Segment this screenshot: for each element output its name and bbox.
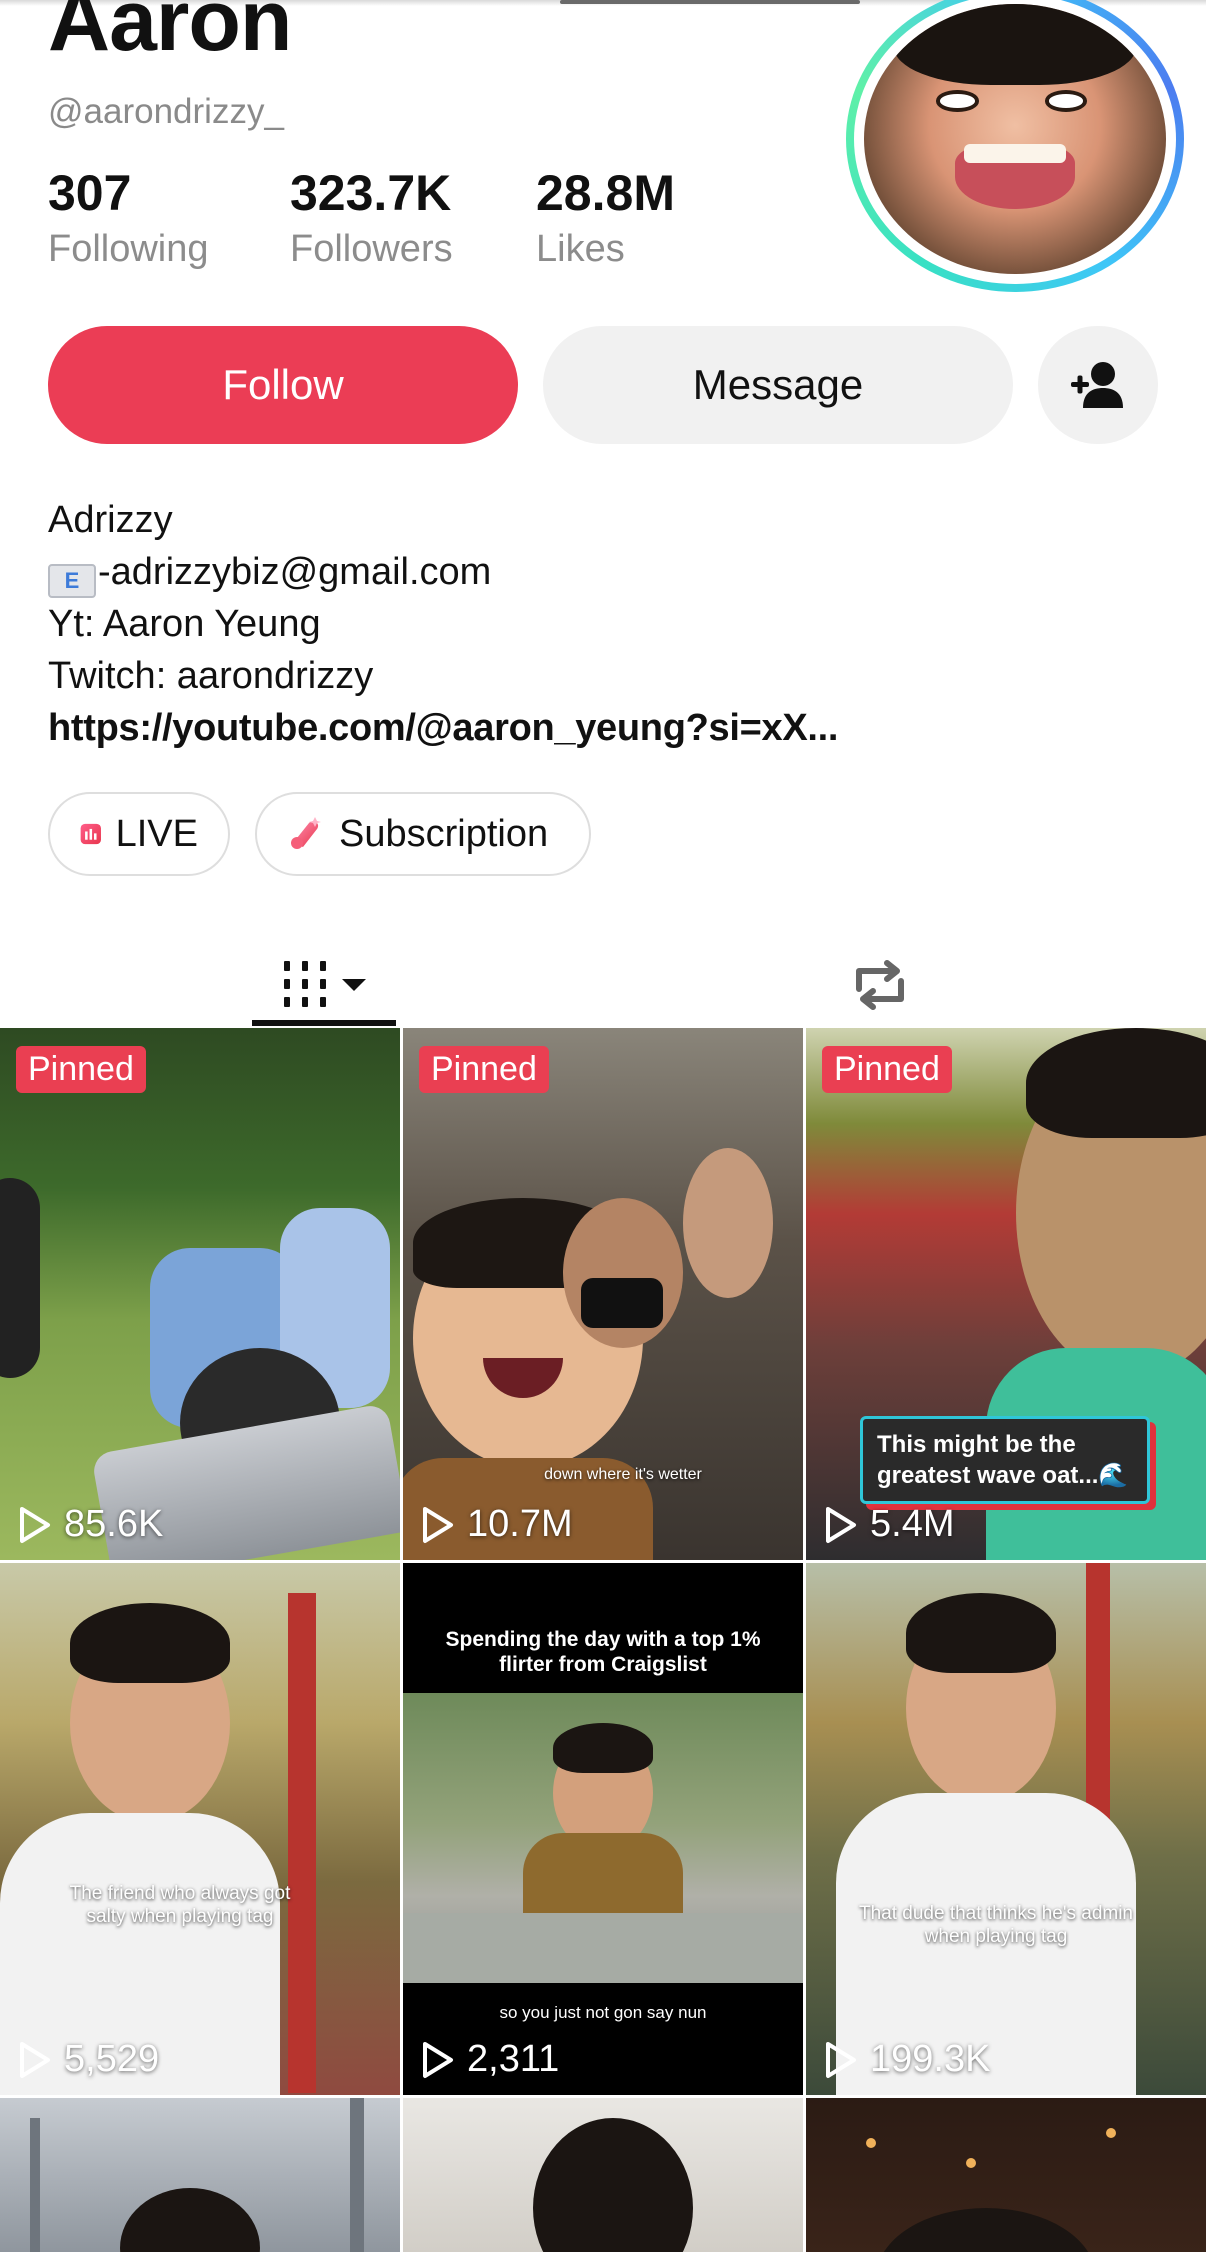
play-icon: [826, 1506, 856, 1543]
active-tab-indicator: [252, 1020, 396, 1026]
play-icon: [826, 2041, 856, 2078]
message-button[interactable]: Message: [543, 326, 1013, 444]
thumbnail-rail: [30, 2118, 40, 2252]
video-tile[interactable]: That dude that thinks he's admin when pl…: [806, 1563, 1206, 2095]
followers-label: Followers: [290, 228, 453, 270]
repost-icon: [856, 960, 904, 1010]
avatar-teeth: [963, 144, 1067, 164]
play-icon: [20, 1506, 50, 1543]
view-count-text: 199.3K: [870, 2038, 991, 2080]
video-tile[interactable]: Pinned 85.6K: [0, 1028, 400, 1560]
subscription-pill[interactable]: Subscription: [255, 792, 591, 876]
avatar[interactable]: [846, 0, 1184, 292]
likes-label: Likes: [536, 228, 625, 270]
play-icon: [423, 1506, 453, 1543]
thumbnail-light: [966, 2158, 976, 2168]
video-caption: This might be the greatest wave oat...🌊: [860, 1416, 1150, 1505]
thumbnail-figure: [553, 1723, 653, 1773]
thumbnail-figure: [683, 1148, 773, 1298]
thumbnail-figure: [120, 2188, 260, 2252]
avatar-eye-right: [1045, 90, 1088, 112]
video-caption-bottom: so you just not gon say nun: [499, 2003, 707, 2022]
bio-line-youtube: Yt: Aaron Yeung: [48, 603, 321, 645]
grid-icon: [284, 961, 366, 1007]
thumbnail-rail: [350, 2098, 364, 2252]
video-tile[interactable]: [806, 2098, 1206, 2252]
live-pill[interactable]: LIVE: [48, 792, 230, 876]
profile-name: Aaron: [48, 0, 292, 69]
video-tile[interactable]: [0, 2098, 400, 2252]
play-icon: [423, 2041, 453, 2078]
thumbnail-pole: [288, 1593, 316, 2093]
add-friend-button[interactable]: [1038, 326, 1158, 444]
view-count: 85.6K: [18, 1503, 163, 1546]
pinned-badge: Pinned: [419, 1046, 549, 1093]
thumbnail-figure: [906, 1593, 1056, 1673]
thumbnail-light: [866, 2138, 876, 2148]
email-emoji-icon: E: [48, 564, 96, 598]
likes-count: 28.8M: [536, 165, 675, 221]
view-count-text: 5,529: [64, 2038, 160, 2080]
avatar-eye-left: [936, 90, 979, 112]
follow-button[interactable]: Follow: [48, 326, 518, 444]
view-count: 199.3K: [824, 2038, 990, 2081]
thumbnail-mask: [581, 1278, 663, 1328]
subscription-label: Subscription: [339, 812, 549, 855]
pinned-badge: Pinned: [16, 1046, 146, 1093]
thumbnail-figure: [876, 2208, 1096, 2252]
video-caption: down where it's wetter: [544, 1466, 702, 1483]
view-count: 2,311: [421, 2038, 559, 2081]
view-count: 5.4M: [824, 1503, 954, 1546]
bio-line-twitch: Twitch: aarondrizzy: [48, 655, 374, 697]
add-user-icon: [1071, 362, 1123, 408]
bio-line-name: Adrizzy: [48, 499, 173, 541]
view-count: 5,529: [18, 2038, 159, 2081]
view-count: 10.7M: [421, 1503, 573, 1546]
thumbnail-table: [403, 1913, 803, 1983]
stat-likes[interactable]: 28.8M Likes: [536, 168, 675, 271]
thumbnail-light: [1106, 2128, 1116, 2138]
avatar-border: [854, 0, 1176, 284]
view-count-text: 2,311: [467, 2038, 560, 2080]
following-count: 307: [48, 165, 132, 221]
pinned-badge: Pinned: [822, 1046, 952, 1093]
bio-email-text: -adrizzybiz@gmail.com: [98, 551, 492, 593]
followers-count: 323.7K: [290, 165, 452, 221]
thumbnail-figure: [533, 2118, 693, 2252]
video-caption: That dude that thinks he's admin when pl…: [858, 1903, 1133, 1947]
thumbnail-figure: [1026, 1028, 1206, 1138]
avatar-photo: [864, 4, 1166, 274]
thumbnail-figure: [70, 1603, 230, 1683]
play-icon: [20, 2041, 50, 2078]
video-tile[interactable]: This might be the greatest wave oat...🌊 …: [806, 1028, 1206, 1560]
video-tile[interactable]: The friend who always got salty when pla…: [0, 1563, 400, 2095]
view-count-text: 10.7M: [467, 1503, 573, 1545]
header-divider: [560, 0, 860, 4]
profile-handle: @aarondrizzy_: [48, 92, 284, 131]
view-count-text: 85.6K: [64, 1503, 164, 1545]
video-tile[interactable]: down where it's wetter Pinned 10.7M: [403, 1028, 803, 1560]
bio: Adrizzy E -adrizzybiz@gmail.com Yt: Aaron…: [48, 494, 838, 754]
subscription-icon: [291, 817, 321, 849]
bio-link[interactable]: https://youtube.com/@aaron_yeung?si=xX..…: [48, 702, 838, 754]
stat-following[interactable]: 307 Following: [48, 168, 209, 271]
stat-followers[interactable]: 323.7K Followers: [290, 168, 453, 271]
video-tile[interactable]: [403, 2098, 803, 2252]
tab-reposts[interactable]: [830, 940, 930, 1030]
live-icon: [80, 823, 101, 845]
following-label: Following: [48, 228, 209, 270]
live-label: LIVE: [115, 812, 198, 855]
video-caption: The friend who always got salty when pla…: [69, 1883, 291, 1927]
video-caption-top: Spending the day with a top 1% flirter f…: [445, 1628, 761, 1677]
bio-line-email: E -adrizzybiz@gmail.com: [48, 546, 838, 598]
tab-videos[interactable]: [252, 940, 396, 1030]
avatar-hair: [894, 4, 1136, 85]
video-tile[interactable]: Spending the day with a top 1% flirter f…: [403, 1563, 803, 2095]
view-count-text: 5.4M: [870, 1503, 955, 1545]
thumbnail-figure: [0, 1178, 40, 1378]
